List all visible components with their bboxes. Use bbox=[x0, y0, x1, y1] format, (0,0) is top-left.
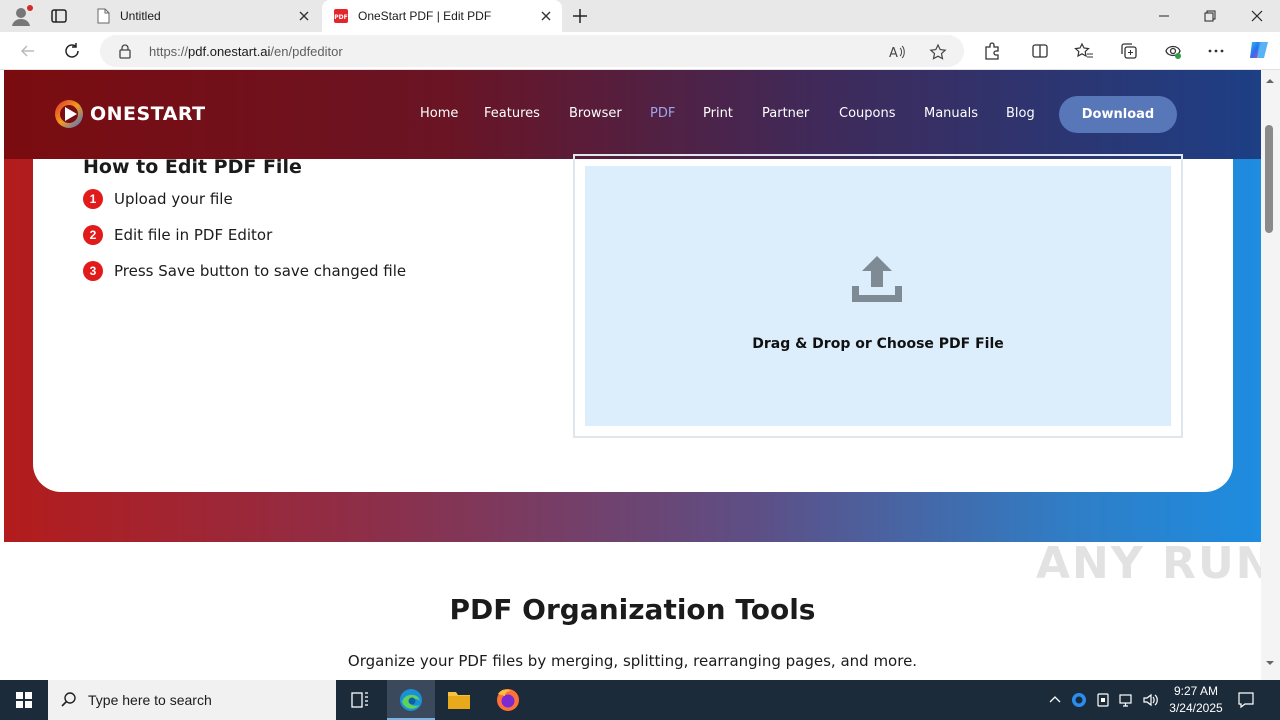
collections-icon[interactable] bbox=[1119, 41, 1139, 61]
close-tab-icon[interactable] bbox=[296, 8, 312, 24]
svg-text:A: A bbox=[889, 46, 898, 61]
svg-text:PDF: PDF bbox=[334, 14, 347, 21]
site-navbar: ONESTART Home Features Browser PDF Print… bbox=[4, 70, 1261, 159]
taskbar-search[interactable]: Type here to search bbox=[48, 680, 336, 720]
copilot-icon[interactable] bbox=[1247, 38, 1271, 62]
step-number-badge: 3 bbox=[83, 261, 103, 281]
device-tray-icon[interactable] bbox=[1094, 691, 1112, 709]
firefox-icon[interactable] bbox=[484, 680, 532, 720]
clock-date: 3/24/2025 bbox=[1169, 701, 1223, 715]
split-screen-icon[interactable] bbox=[1030, 41, 1050, 61]
nav-features[interactable]: Features bbox=[484, 106, 540, 121]
scroll-up-icon[interactable] bbox=[1265, 76, 1275, 86]
close-tab-icon[interactable] bbox=[538, 8, 554, 24]
tab-title: Untitled bbox=[120, 9, 161, 23]
scrollbar-thumb[interactable] bbox=[1265, 125, 1273, 233]
page-icon bbox=[96, 8, 110, 24]
tab-untitled[interactable]: Untitled bbox=[84, 0, 320, 32]
close-window-icon[interactable] bbox=[1247, 6, 1267, 26]
start-button[interactable] bbox=[0, 680, 48, 720]
taskbar-clock[interactable]: 9:27 AM 3/24/2025 bbox=[1164, 683, 1228, 717]
lock-icon[interactable] bbox=[118, 43, 132, 59]
nav-print[interactable]: Print bbox=[703, 106, 733, 121]
windows-logo-icon bbox=[16, 692, 32, 708]
task-view-icon[interactable] bbox=[336, 680, 384, 720]
tab-onestart-pdf[interactable]: PDF OneStart PDF | Edit PDF bbox=[322, 0, 562, 32]
more-options-icon[interactable] bbox=[1206, 41, 1226, 61]
refresh-icon[interactable] bbox=[62, 41, 82, 61]
profile-icon[interactable] bbox=[10, 5, 33, 27]
dropzone-label: Drag & Drop or Choose PDF File bbox=[752, 336, 1004, 352]
step-item: 1 Upload your file bbox=[83, 189, 233, 209]
windows-taskbar: Type here to search 9:27 AM 3/24/2025 bbox=[0, 680, 1280, 720]
nav-blog[interactable]: Blog bbox=[1006, 106, 1035, 121]
nav-coupons[interactable]: Coupons bbox=[839, 106, 896, 121]
scroll-down-icon[interactable] bbox=[1265, 658, 1275, 668]
tools-section-title: PDF Organization Tools bbox=[449, 593, 816, 626]
howto-title: How to Edit PDF File bbox=[83, 156, 302, 178]
step-text: Edit file in PDF Editor bbox=[114, 226, 273, 244]
tab-title: OneStart PDF | Edit PDF bbox=[358, 9, 492, 23]
step-item: 3 Press Save button to save changed file bbox=[83, 261, 406, 281]
tab-actions-icon[interactable] bbox=[50, 7, 68, 25]
pdf-favicon-icon: PDF bbox=[334, 8, 348, 24]
clock-time: 9:27 AM bbox=[1173, 684, 1219, 698]
step-text: Press Save button to save changed file bbox=[114, 262, 407, 280]
volume-icon[interactable] bbox=[1142, 691, 1160, 709]
nav-manuals[interactable]: Manuals bbox=[924, 106, 978, 121]
step-item: 2 Edit file in PDF Editor bbox=[83, 225, 272, 245]
browser-toolbar: https://pdf.onestart.ai/en/pdfeditor A bbox=[0, 32, 1280, 70]
read-aloud-icon[interactable]: A bbox=[888, 43, 906, 61]
download-button[interactable]: Download bbox=[1059, 96, 1177, 133]
step-number-badge: 2 bbox=[83, 225, 103, 245]
edge-taskbar-icon[interactable] bbox=[387, 680, 435, 720]
back-icon[interactable] bbox=[18, 41, 38, 61]
search-placeholder: Type here to search bbox=[88, 692, 212, 708]
step-number-badge: 1 bbox=[83, 189, 103, 209]
brand-name: ONESTART bbox=[90, 103, 206, 125]
upload-icon bbox=[852, 256, 902, 302]
restore-icon[interactable] bbox=[1200, 6, 1220, 26]
show-hidden-icons-icon[interactable] bbox=[1046, 691, 1064, 709]
minimize-icon[interactable] bbox=[1154, 6, 1174, 26]
nav-home[interactable]: Home bbox=[420, 106, 458, 121]
step-text: Upload your file bbox=[114, 190, 233, 208]
search-icon bbox=[61, 692, 76, 707]
onestart-logo-icon bbox=[55, 100, 83, 128]
tools-section-subtitle: Organize your PDF files by merging, spli… bbox=[347, 652, 918, 670]
nav-browser[interactable]: Browser bbox=[569, 106, 622, 121]
favorites-icon[interactable] bbox=[1074, 41, 1094, 61]
file-explorer-icon[interactable] bbox=[435, 680, 483, 720]
nav-pdf[interactable]: PDF bbox=[650, 106, 675, 121]
new-tab-icon[interactable] bbox=[570, 6, 590, 26]
browser-essentials-icon[interactable] bbox=[1163, 41, 1183, 61]
network-icon[interactable] bbox=[1118, 691, 1136, 709]
anyrun-watermark: ANY RUN bbox=[1036, 538, 1275, 589]
nav-partner[interactable]: Partner bbox=[762, 106, 809, 121]
favorite-star-icon[interactable] bbox=[929, 43, 947, 61]
notifications-icon[interactable] bbox=[1236, 690, 1256, 710]
address-bar[interactable]: https://pdf.onestart.ai/en/pdfeditor A bbox=[100, 35, 964, 67]
app-tray-icon[interactable] bbox=[1070, 691, 1088, 709]
browser-tab-strip: Untitled PDF OneStart PDF | Edit PDF bbox=[0, 0, 1280, 32]
url-text[interactable]: https://pdf.onestart.ai/en/pdfeditor bbox=[149, 44, 343, 59]
page-scrollbar[interactable] bbox=[1261, 70, 1280, 680]
pdf-dropzone[interactable]: Drag & Drop or Choose PDF File bbox=[585, 166, 1171, 426]
onestart-logo[interactable]: ONESTART bbox=[52, 97, 206, 131]
extensions-icon[interactable] bbox=[982, 41, 1002, 61]
